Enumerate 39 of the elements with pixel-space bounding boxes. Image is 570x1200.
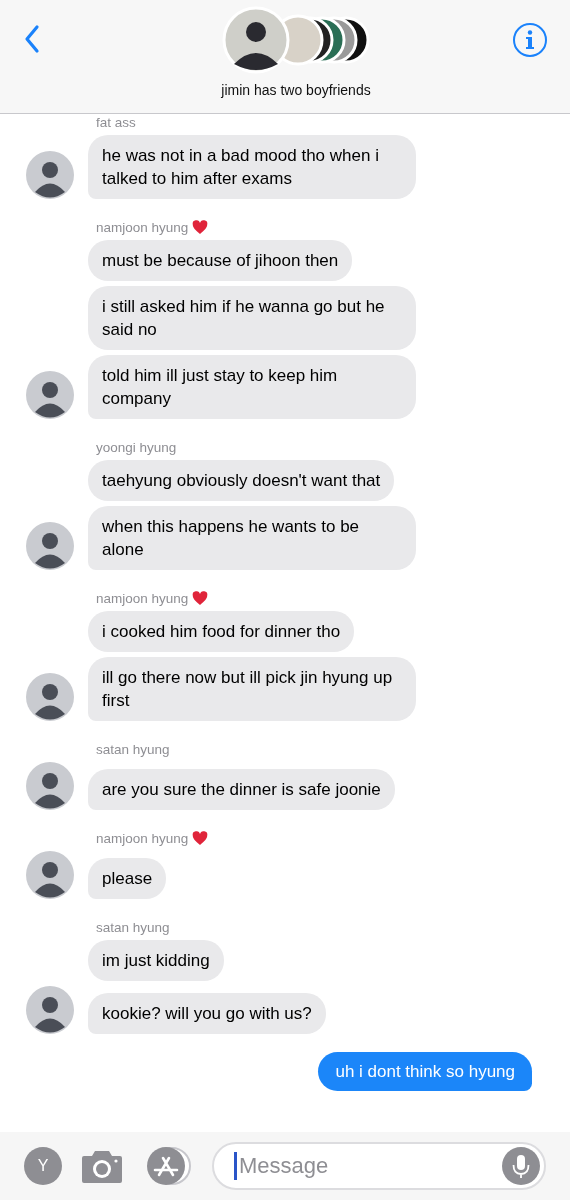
sent-message-bubble: uh i dont think so hyung (318, 1052, 532, 1091)
message-bubble: when this happens he wants to be alone (88, 506, 416, 570)
heart-icon (192, 830, 209, 846)
message-bubble: he was not in a bad mood tho when i talked to him after exams (88, 135, 416, 199)
group-avatars-icon[interactable] (222, 6, 370, 74)
sender-name: namjoon hyung (96, 219, 189, 235)
avatar-icon[interactable] (26, 151, 74, 199)
message-bubble: kookie? will you go with us? (88, 993, 326, 1034)
sender-name: satan hyung (96, 919, 170, 935)
message-field[interactable]: Message (212, 1142, 546, 1190)
heart-icon (192, 219, 209, 235)
microphone-icon[interactable] (502, 1147, 540, 1185)
sender-name: satan hyung (96, 741, 170, 757)
message-bubble: ill go there now but ill pick jin hyung up first (88, 657, 416, 721)
avatar-icon[interactable] (26, 851, 74, 899)
message-bubble: taehyung obviously doesn't want that (88, 460, 395, 501)
message-bubble: told him ill just stay to keep him company (88, 355, 416, 419)
message-bubble: im just kidding (88, 940, 224, 981)
profile-button[interactable]: Y (24, 1147, 62, 1185)
message-bubble: are you sure the dinner is safe joonie (88, 769, 395, 810)
message-bubble: must be because of jihoon then (88, 240, 353, 281)
back-icon[interactable] (24, 24, 40, 54)
avatar-icon[interactable] (26, 762, 74, 810)
message-bubble: i still asked him if he wanna go but he said no (88, 286, 416, 350)
sender-name: namjoon hyung (96, 830, 189, 846)
message-bubble: i cooked him food for dinner tho (88, 611, 355, 652)
conversation-title: jimin has two boyfriends (221, 82, 371, 98)
avatar-icon[interactable] (26, 371, 74, 419)
sender-name: namjoon hyung (96, 590, 189, 606)
sender-name: fat ass (96, 114, 136, 130)
avatar-icon[interactable] (26, 522, 74, 570)
info-icon[interactable] (512, 22, 548, 58)
avatar-icon[interactable] (26, 673, 74, 721)
avatar-icon[interactable] (26, 986, 74, 1034)
camera-icon[interactable] (80, 1148, 124, 1184)
sender-name: yoongi hyung (96, 439, 177, 455)
heart-icon (192, 590, 209, 606)
message-input[interactable]: Message (237, 1153, 502, 1179)
message-bubble: please (88, 858, 167, 899)
